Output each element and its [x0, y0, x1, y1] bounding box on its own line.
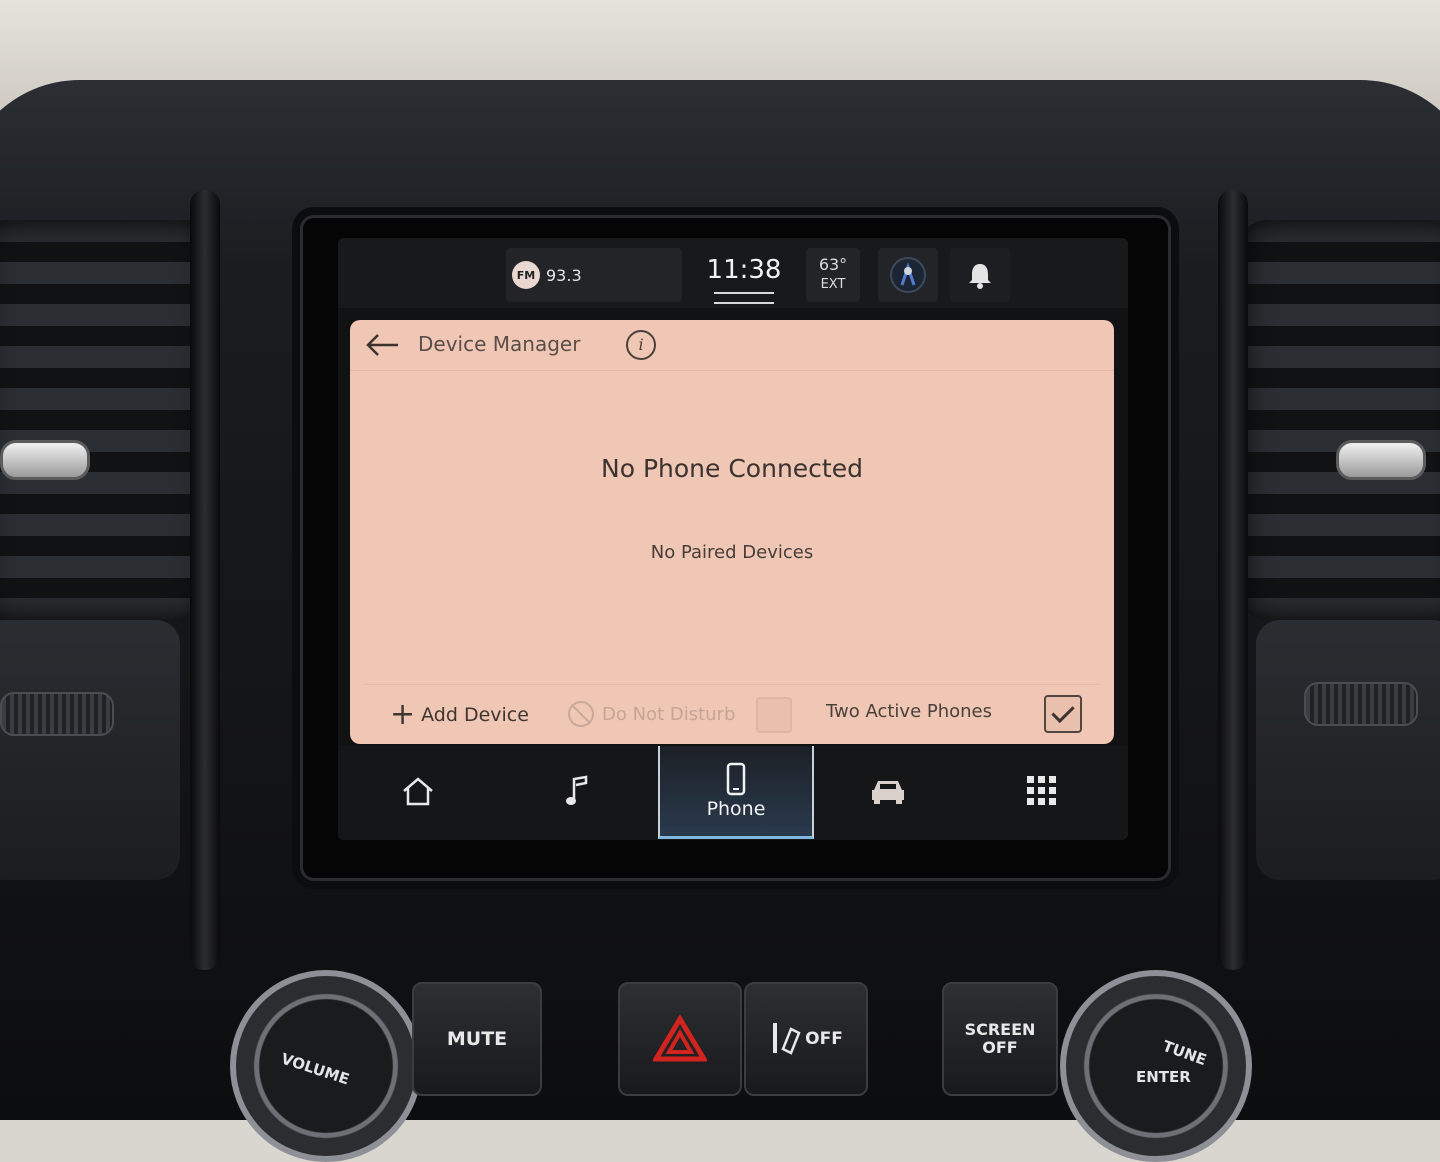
lower-panel-right [1256, 620, 1440, 880]
air-vent-left [0, 220, 210, 620]
music-note-icon [566, 775, 588, 805]
two-active-phones-label: Two Active Phones [826, 701, 993, 722]
home-icon [403, 777, 433, 806]
phone-icon [726, 762, 746, 796]
drawer-handle-icon [714, 292, 774, 304]
touchscreen: FM 93.3 11:38 63° EXT Device Manager i N… [338, 238, 1128, 840]
nav-phone-label: Phone [706, 798, 766, 820]
page-title: Device Manager [418, 332, 581, 356]
do-not-disturb-option: Do Not Disturb [568, 701, 735, 727]
add-device-label: Add Device [421, 704, 529, 726]
notifications-button[interactable] [950, 248, 1010, 302]
tune-enter-knob[interactable]: TUNE ENTER [1060, 970, 1252, 1162]
back-button[interactable] [362, 330, 402, 360]
tune-knob-label: TUNE [1160, 1036, 1209, 1070]
outside-temperature: 63° EXT [806, 248, 860, 302]
bottom-nav: Phone [338, 746, 1128, 840]
apps-grid-icon [1027, 776, 1056, 805]
screen-off-label-line1: SCREEN [964, 1020, 1036, 1039]
radio-shortcut[interactable]: FM 93.3 [506, 248, 682, 302]
plus-icon: + [390, 697, 416, 732]
trim-pillar-right [1218, 190, 1248, 970]
mute-button[interactable]: MUTE [412, 982, 542, 1096]
vent-knob-left[interactable] [0, 440, 90, 480]
nav-home[interactable] [342, 746, 494, 836]
bell-icon [969, 264, 991, 289]
do-not-disturb-icon [568, 701, 594, 727]
vent-wheel-left[interactable] [0, 692, 114, 736]
nav-apps[interactable] [966, 746, 1118, 836]
device-manager-panel: Device Manager i No Phone Connected No P… [350, 320, 1114, 744]
radio-band-badge: FM [512, 261, 540, 289]
temperature-value: 63° [818, 255, 848, 274]
two-active-phones-checkbox[interactable] [1044, 695, 1082, 733]
air-vent-right [1240, 220, 1440, 620]
clock-time: 11:38 [706, 255, 782, 285]
radio-frequency: 93.3 [546, 265, 582, 285]
status-bar: FM 93.3 11:38 63° EXT [338, 238, 1128, 308]
screen-off-label-line2: OFF [982, 1038, 1018, 1057]
vent-wheel-right[interactable] [1304, 682, 1418, 726]
traction-control-off-button[interactable]: OFF [744, 982, 868, 1096]
hazard-button[interactable] [618, 982, 742, 1096]
screen-off-button[interactable]: SCREEN OFF [942, 982, 1058, 1096]
car-icon [872, 781, 904, 804]
panel-header: Device Manager i [350, 320, 1114, 371]
back-arrow-icon [366, 334, 398, 356]
do-not-disturb-checkbox [756, 697, 792, 733]
trim-pillar-left [190, 190, 220, 970]
device-actions-bar: + Add Device Do Not Disturb Two Active P… [364, 684, 1100, 741]
paired-devices-message: No Paired Devices [650, 542, 814, 563]
driver-assist-icon [890, 257, 926, 293]
info-icon[interactable]: i [626, 330, 656, 360]
volume-knob-label: VOLUME [278, 1049, 352, 1089]
vent-knob-right[interactable] [1336, 440, 1426, 480]
connection-status-message: No Phone Connected [601, 454, 863, 483]
nav-phone[interactable]: Phone [658, 746, 814, 839]
temperature-label: EXT [820, 277, 846, 292]
do-not-disturb-label: Do Not Disturb [602, 703, 736, 725]
add-device-button[interactable]: + Add Device [390, 697, 529, 732]
driver-assist-button[interactable] [878, 248, 938, 302]
nav-vehicle[interactable] [812, 746, 964, 836]
volume-knob[interactable]: VOLUME [230, 970, 422, 1162]
traction-off-label: OFF [805, 1029, 843, 1049]
clock-display[interactable]: 11:38 [688, 242, 800, 308]
mute-button-label: MUTE [446, 1028, 508, 1050]
hazard-icon [653, 1015, 707, 1062]
traction-control-icon [773, 1023, 801, 1055]
enter-knob-label: ENTER [1136, 1068, 1191, 1086]
lower-panel-left [0, 620, 180, 880]
nav-media[interactable] [502, 746, 654, 836]
